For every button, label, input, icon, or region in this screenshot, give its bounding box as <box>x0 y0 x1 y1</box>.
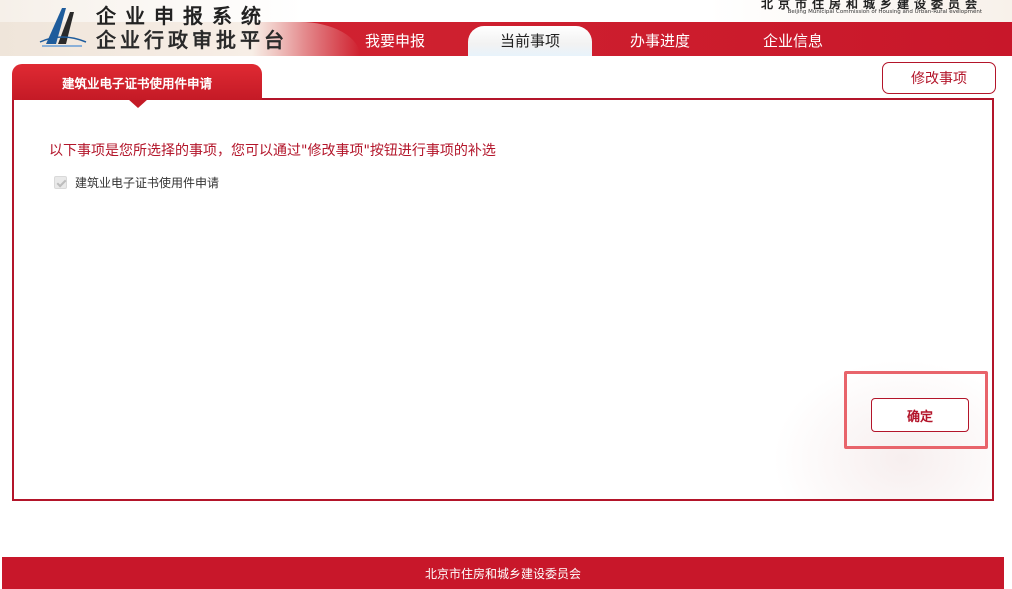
nav-tab-progress[interactable]: 办事进度 <box>595 26 725 56</box>
tab-notch <box>128 99 148 108</box>
modify-items-button[interactable]: 修改事项 <box>882 62 996 94</box>
logo-icon <box>39 8 87 47</box>
system-subtitle: 企业行政审批平台 <box>96 28 288 52</box>
nav-tab-current-items[interactable]: 当前事项 <box>468 26 592 56</box>
footer: 北京市住房和城乡建设委员会 <box>2 557 1004 589</box>
main-content: 以下事项是您所选择的事项，您可以通过"修改事项"按钮进行事项的补选 建筑业电子证… <box>12 62 996 502</box>
items-panel: 以下事项是您所选择的事项，您可以通过"修改事项"按钮进行事项的补选 建筑业电子证… <box>12 98 994 501</box>
confirm-button[interactable]: 确定 <box>871 398 969 432</box>
notice-text: 以下事项是您所选择的事项，您可以通过"修改事项"按钮进行事项的补选 <box>49 143 496 159</box>
item-label: 建筑业电子证书使用件申请 <box>75 175 220 190</box>
org-name-en: Beijing Municipal Commission of Housing … <box>787 9 982 15</box>
nav-tab-company-info[interactable]: 企业信息 <box>728 26 858 56</box>
header: 企业申报系统 企业行政审批平台 北京市住房和城乡建设委员会 Beijing Mu… <box>0 0 1012 56</box>
item-checkbox[interactable] <box>54 175 67 189</box>
nav-tab-apply[interactable]: 我要申报 <box>330 26 460 56</box>
list-item: 建筑业电子证书使用件申请 <box>54 173 219 191</box>
tab-item-title[interactable]: 建筑业电子证书使用件申请 <box>12 64 262 100</box>
